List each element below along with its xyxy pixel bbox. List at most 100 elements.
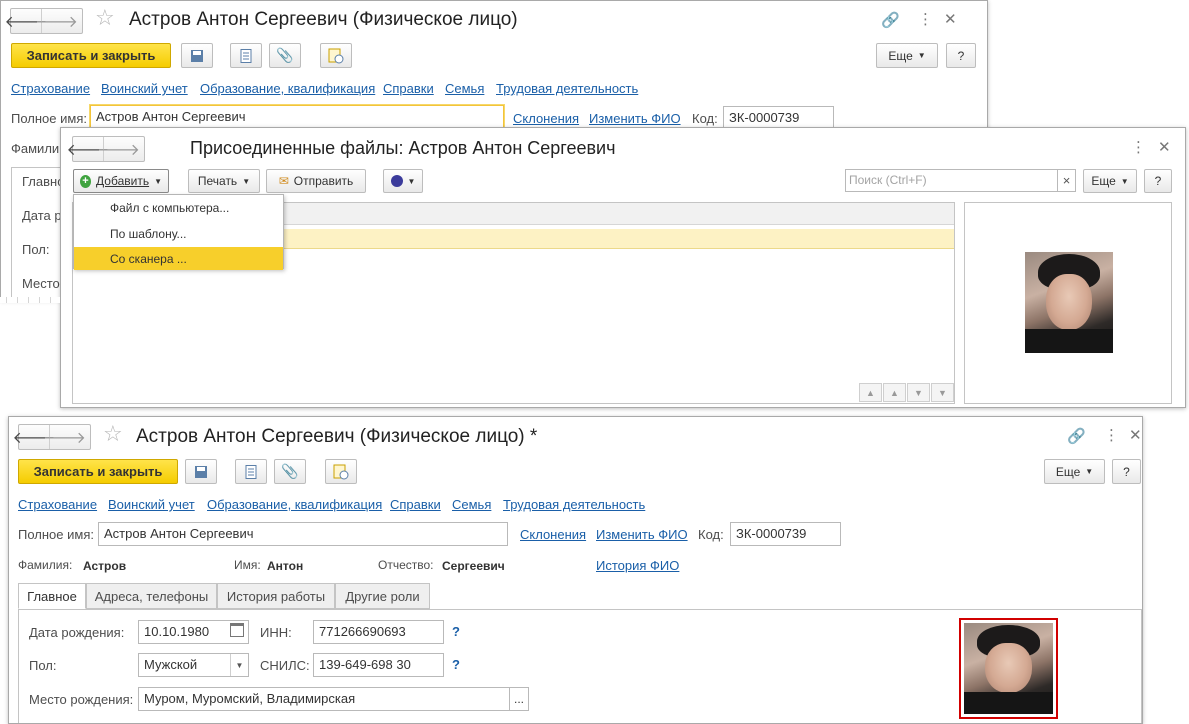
forward-arrow-icon[interactable]: 🡒 [97,137,140,161]
files-dialog-window: 🡐 🡒 Присоединенные файлы: Астров Антон С… [60,127,1186,408]
link-education[interactable]: Образование, квалификация [207,497,382,512]
add-plus-icon: + [80,174,92,188]
forward-arrow-icon[interactable]: 🡒 [35,9,78,33]
more-button[interactable]: Еще ▼ [876,43,938,68]
menu-item-from-scanner[interactable]: Со сканера ... [74,247,283,270]
files-dialog-title: Присоединенные файлы: Астров Антон Серге… [190,138,616,158]
close-icon[interactable]: ✕ [1129,426,1142,444]
inn-input[interactable]: 771266690693 [313,620,444,644]
menu-item-from-template[interactable]: По шаблону... [74,221,283,247]
scroll-up-icon[interactable]: ▲ [883,383,906,402]
tab-main[interactable]: Главное [18,583,86,609]
birth-place-select-button[interactable]: ... [509,687,529,711]
front-form-title: Астров Антон Сергеевич (Физическое лицо)… [136,426,538,447]
link-education[interactable]: Образование, квалификация [200,81,375,96]
birth-date-label: Дата рождения: [29,625,125,640]
link-family[interactable]: Семья [452,497,491,512]
chevron-down-icon[interactable]: ▼ [230,654,248,676]
close-icon[interactable]: ✕ [1158,138,1171,156]
snils-input[interactable]: 139-649-698 30 [313,653,444,677]
calendar-icon[interactable] [230,623,244,637]
change-fio-link[interactable]: Изменить ФИО [596,527,688,542]
change-fio-link[interactable]: Изменить ФИО [589,111,681,126]
link-insurance[interactable]: Страхование [11,81,90,96]
full-name-label: Полное имя: [18,527,94,542]
scroll-bottom-icon[interactable]: ▼ [931,383,954,402]
link-military[interactable]: Воинский учет [108,497,195,512]
favorite-star-icon[interactable]: ☆ [103,421,123,447]
partial-birth-label: Дата р [22,208,62,223]
tab-addresses[interactable]: Адреса, телефоны [86,583,217,609]
back-form-title: Астров Антон Сергеевич (Физическое лицо) [129,9,518,30]
link-employment[interactable]: Трудовая деятельность [503,497,645,512]
link-icon[interactable]: 🔗 [881,11,900,29]
photo-frame[interactable] [959,618,1058,719]
code-label: Код: [698,527,724,542]
search-input[interactable]: Поиск (Ctrl+F) [845,169,1058,192]
person-photo [964,623,1053,714]
full-name-input[interactable]: Астров Антон Сергеевич [98,522,508,546]
partial-main-tab: Главно [22,174,65,189]
files-nav-group[interactable]: 🡐 🡒 [67,136,145,162]
tab-other-roles[interactable]: Другие роли [335,583,430,609]
menu-dots-icon[interactable]: ⋮ [1104,426,1119,444]
scroll-top-icon[interactable]: ▲ [859,383,882,402]
paperclip-icon[interactable]: 📎 [274,459,306,484]
link-certificates[interactable]: Справки [390,497,441,512]
report-icon[interactable] [320,43,352,68]
snils-help-icon[interactable]: ? [452,657,460,672]
middle-name-label: Отчество: [378,558,434,572]
link-certificates[interactable]: Справки [383,81,434,96]
front-nav-group[interactable]: 🡐 🡒 [13,424,91,450]
link-family[interactable]: Семья [445,81,484,96]
birth-place-input[interactable]: Муром, Муромский, Владимирская [138,687,510,711]
inn-label: ИНН: [260,625,292,640]
partial-gender-label: Пол: [22,242,50,257]
paperclip-icon[interactable]: 📎 [269,43,301,68]
files-help-button[interactable]: ? [1144,169,1172,193]
first-name-label: Имя: [234,558,261,572]
document-icon[interactable] [235,459,267,484]
link-insurance[interactable]: Страхование [18,497,97,512]
globe-menu-button[interactable]: ▼ [383,169,423,193]
forward-arrow-icon[interactable]: 🡒 [43,425,86,449]
search-clear-button[interactable]: × [1058,169,1076,192]
code-label: Код: [692,111,718,126]
scroll-down-icon[interactable]: ▼ [907,383,930,402]
close-icon[interactable]: ✕ [944,10,957,28]
add-button[interactable]: + Добавить ▼ [73,169,169,193]
save-close-button[interactable]: Записать и закрыть [11,43,171,68]
more-button[interactable]: Еще ▼ [1044,459,1105,484]
declensions-link[interactable]: Склонения [513,111,579,126]
gender-label: Пол: [29,658,57,673]
last-name-value: Астров [83,559,127,573]
help-button[interactable]: ? [946,43,976,68]
menu-dots-icon[interactable]: ⋮ [918,10,933,28]
envelope-icon: ✉ [278,174,289,188]
back-nav-group[interactable]: 🡐 🡒 [5,8,83,34]
add-dropdown-menu: Файл с компьютера... По шаблону... Со ск… [73,194,284,270]
menu-item-from-computer[interactable]: Файл с компьютера... [74,195,283,221]
report-icon[interactable] [325,459,357,484]
save-disk-icon[interactable] [181,43,213,68]
send-button[interactable]: ✉ Отправить [266,169,366,193]
favorite-star-icon[interactable]: ☆ [95,5,115,31]
files-more-button[interactable]: Еще ▼ [1083,169,1137,193]
save-close-button[interactable]: Записать и закрыть [18,459,178,484]
save-disk-icon[interactable] [185,459,217,484]
print-button[interactable]: Печать ▼ [188,169,260,193]
tab-work-history[interactable]: История работы [217,583,335,609]
link-employment[interactable]: Трудовая деятельность [496,81,638,96]
full-name-label: Полное имя: [11,111,87,126]
help-button[interactable]: ? [1112,459,1141,484]
front-form-window: 🡐 🡒 ☆ Астров Антон Сергеевич (Физическое… [8,416,1143,724]
declensions-link[interactable]: Склонения [520,527,586,542]
menu-dots-icon[interactable]: ⋮ [1131,138,1146,156]
link-military[interactable]: Воинский учет [101,81,188,96]
inn-help-icon[interactable]: ? [452,624,460,639]
fio-history-link[interactable]: История ФИО [596,558,679,573]
document-icon[interactable] [230,43,262,68]
link-icon[interactable]: 🔗 [1067,427,1086,445]
first-name-value: Антон [267,559,304,573]
code-input[interactable]: ЗК-0000739 [730,522,841,546]
